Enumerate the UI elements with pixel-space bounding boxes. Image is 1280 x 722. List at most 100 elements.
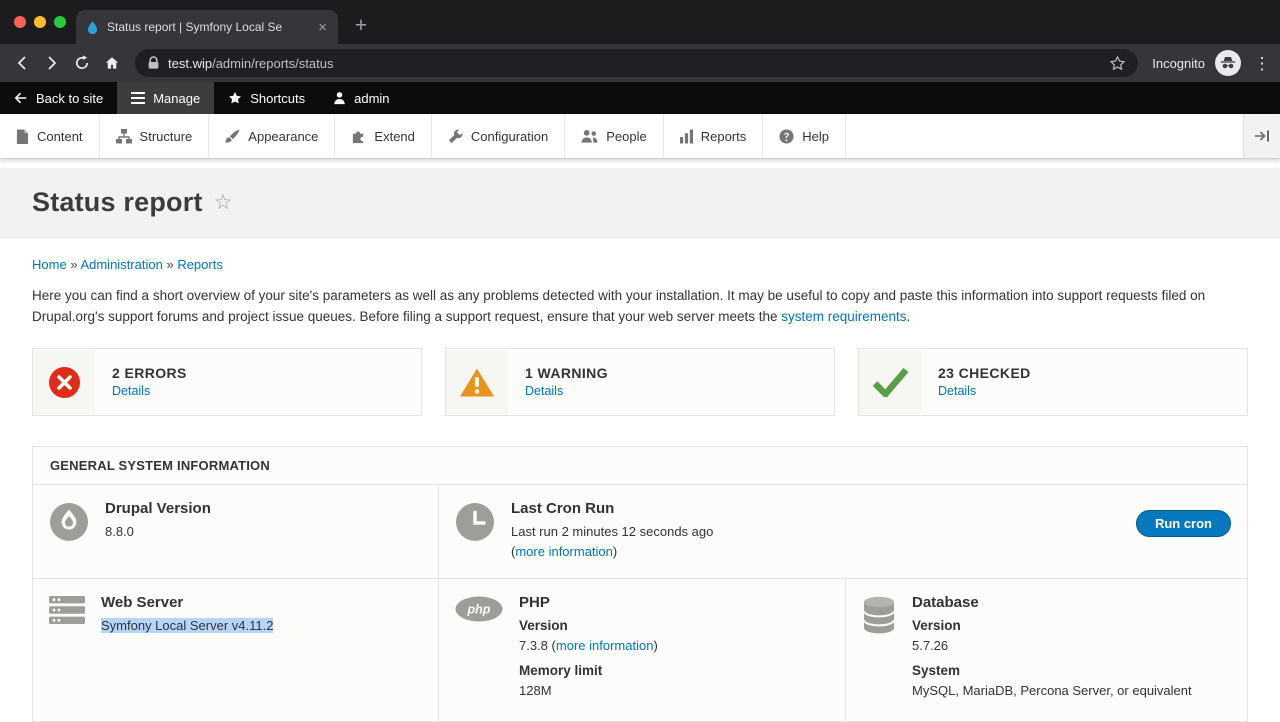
breadcrumb-administration-link[interactable]: Administration [80,257,162,272]
browser-tab[interactable]: Status report | Symfony Local Se × [76,10,338,44]
errors-details-link[interactable]: Details [112,384,150,398]
php-memory-limit-value: 128M [519,681,658,701]
breadcrumb-home-link[interactable]: Home [32,257,67,272]
menu-item-label: People [606,129,646,144]
menu-item-configuration[interactable]: Configuration [432,114,565,158]
menu-item-label: Appearance [248,129,318,144]
menu-item-label: Extend [374,129,414,144]
window-controls [14,16,66,28]
user-button[interactable]: admin [319,82,403,114]
cron-more-information-link[interactable]: more information [515,544,613,559]
database-system-label: System [912,661,1192,681]
address-bar[interactable]: test.wip/admin/reports/status [135,49,1138,77]
browser-menu-icon[interactable]: ⋮ [1251,55,1273,72]
warning-icon [446,350,508,414]
shortcuts-star-icon [228,91,242,105]
menu-item-people[interactable]: People [565,114,663,158]
menu-item-help[interactable]: Help [763,114,846,158]
forward-button[interactable] [37,48,67,78]
configuration-icon [448,129,463,144]
menu-item-appearance[interactable]: Appearance [209,114,335,158]
structure-icon [116,129,132,144]
favorite-star-icon[interactable]: ☆ [214,192,233,213]
drupal-version-cell: Drupal Version 8.8.0 [33,485,439,579]
intro-text: Here you can find a short overview of yo… [32,288,1205,324]
svg-text:php: php [467,603,491,617]
php-more-information-link[interactable]: more information [556,638,654,653]
warnings-count: 1 WARNING [525,365,608,381]
cron-more-information: (more information) [511,542,713,562]
web-server-title: Web Server [101,594,273,611]
home-button[interactable] [97,48,127,78]
tab-title: Status report | Symfony Local Se [107,20,309,34]
menu-item-extend[interactable]: Extend [335,114,431,158]
database-icon [862,596,896,706]
reload-button[interactable] [67,48,97,78]
menu-item-label: Help [802,129,829,144]
check-icon [859,350,921,414]
system-info-row: Web Server Symfony Local Server v4.11.2 … [33,579,1247,721]
web-server-cell: Web Server Symfony Local Server v4.11.2 [33,579,439,721]
server-icon [49,596,85,706]
error-icon [33,350,95,414]
back-button[interactable] [7,48,37,78]
drupal-drop-icon [49,502,89,563]
checked-details-link[interactable]: Details [938,384,976,398]
warnings-details-link[interactable]: Details [525,384,563,398]
drupal-version-title: Drupal Version [105,500,211,517]
manage-button[interactable]: Manage [117,82,214,114]
menu-item-label: Structure [140,129,193,144]
url-path: /admin/reports/status [212,56,333,71]
back-to-site-icon [14,91,28,105]
bookmark-star-icon[interactable] [1102,48,1132,78]
minimize-window-button[interactable] [34,16,46,28]
panel-header: GENERAL SYSTEM INFORMATION [33,447,1247,485]
back-to-site-button[interactable]: Back to site [0,82,117,114]
new-tab-button[interactable]: + [348,12,374,40]
incognito-icon [1215,50,1241,76]
checked-card: 23 CHECKED Details [858,348,1248,416]
menu-item-structure[interactable]: Structure [100,114,210,158]
user-icon [333,91,346,105]
php-version-line: 7.3.8 (more information) [519,636,658,656]
php-version-value: 7.3.8 [519,638,548,653]
system-requirements-link[interactable]: system requirements [781,309,906,324]
database-title: Database [912,594,1192,611]
zoom-window-button[interactable] [54,16,66,28]
errors-count: 2 ERRORS [112,365,187,381]
user-label: admin [354,91,389,106]
drupal-favicon-icon [85,20,100,35]
status-summary: 2 ERRORS Details 1 WARNING Details 23 CH… [32,348,1248,416]
content-icon [16,129,29,144]
run-cron-button[interactable]: Run cron [1136,510,1231,537]
manage-label: Manage [153,91,200,106]
drupal-admin-toolbar: Back to site Manage Shortcuts admin [0,82,1280,114]
last-cron-run-title: Last Cron Run [511,500,713,517]
breadcrumb-reports-link[interactable]: Reports [177,257,223,272]
toolbar-orientation-toggle[interactable] [1243,114,1280,158]
paren: ) [653,638,657,653]
breadcrumb-separator: » [70,257,77,272]
warnings-card: 1 WARNING Details [445,348,835,416]
general-system-information-panel: GENERAL SYSTEM INFORMATION Drupal Versio… [32,446,1248,722]
menu-item-label: Reports [701,129,747,144]
page-title: Status report [32,187,203,218]
back-to-site-label: Back to site [36,91,103,106]
reports-icon [680,129,693,144]
clock-icon [455,502,495,563]
last-cron-run-cell: Last Cron Run Last run 2 minutes 12 seco… [439,485,1247,579]
page-content: Home » Administration » Reports Here you… [0,238,1280,722]
intro-paragraph: Here you can find a short overview of yo… [32,285,1248,327]
tab-strip: Status report | Symfony Local Se × + [0,0,1280,44]
tab-close-icon[interactable]: × [316,20,329,35]
paren: ) [613,544,617,559]
menu-item-content[interactable]: Content [0,114,100,158]
close-window-button[interactable] [14,16,26,28]
menu-item-reports[interactable]: Reports [664,114,764,158]
people-icon [581,129,598,144]
incognito-label: Incognito [1152,56,1205,71]
shortcuts-button[interactable]: Shortcuts [214,82,319,114]
php-icon: php [455,596,503,706]
database-version-value: 5.7.26 [912,636,1192,656]
shortcuts-label: Shortcuts [250,91,305,106]
